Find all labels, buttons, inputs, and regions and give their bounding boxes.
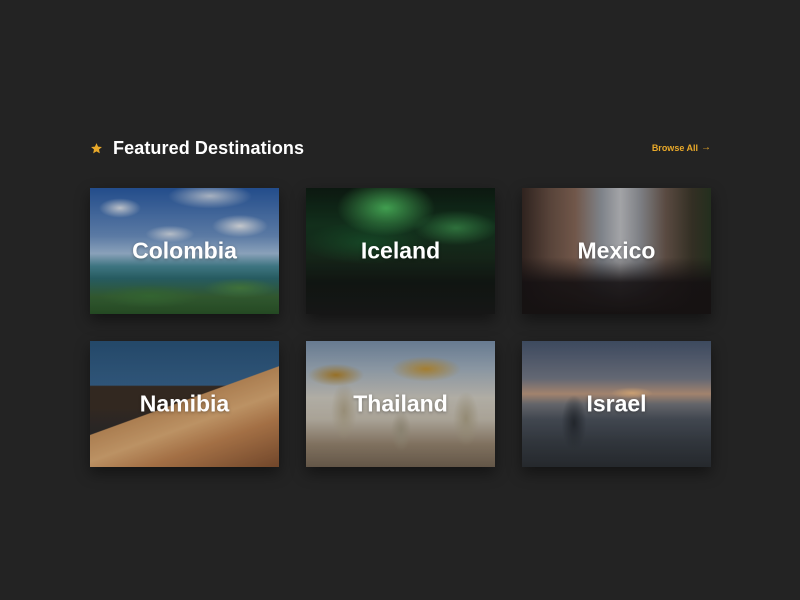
section-header: Featured Destinations Browse All → bbox=[90, 136, 711, 160]
section-title: Featured Destinations bbox=[113, 137, 305, 158]
featured-destinations-page: Featured Destinations Browse All → Colom… bbox=[0, 0, 800, 600]
destination-label: Colombia bbox=[132, 237, 237, 264]
browse-all-label: Browse All bbox=[651, 143, 698, 153]
destination-card-iceland[interactable]: Iceland bbox=[306, 188, 495, 314]
destination-label: Israel bbox=[586, 390, 647, 417]
destination-label: Namibia bbox=[139, 390, 230, 417]
destination-card-colombia[interactable]: Colombia bbox=[90, 188, 279, 314]
destination-label: Thailand bbox=[353, 390, 448, 417]
arrow-right-icon: → bbox=[701, 142, 711, 153]
destination-card-thailand[interactable]: Thailand bbox=[306, 341, 495, 467]
destination-label: Iceland bbox=[360, 237, 441, 264]
destination-label: Mexico bbox=[577, 237, 656, 264]
browse-all-link[interactable]: Browse All → bbox=[651, 142, 711, 154]
star-icon bbox=[90, 142, 103, 155]
destinations-grid: Colombia Iceland Mexico Namibia Thailand… bbox=[90, 188, 711, 467]
destination-card-mexico[interactable]: Mexico bbox=[522, 188, 711, 314]
destination-card-namibia[interactable]: Namibia bbox=[90, 341, 279, 467]
destination-card-israel[interactable]: Israel bbox=[522, 341, 711, 467]
section-title-wrap: Featured Destinations bbox=[90, 138, 304, 159]
